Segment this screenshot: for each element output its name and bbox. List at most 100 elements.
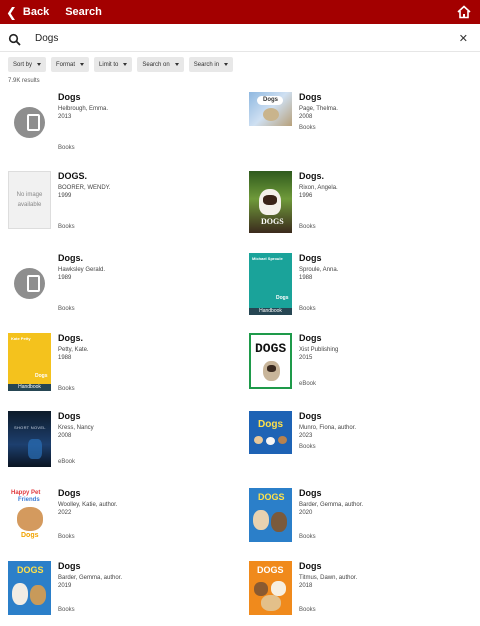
book-icon (27, 275, 40, 292)
result-format: Books (58, 145, 75, 151)
chevron-left-icon: ❮ (6, 4, 17, 20)
book-cover: Dogs (249, 411, 292, 454)
result-count: 7.9K results (8, 78, 40, 84)
book-cover: DOGS (249, 333, 292, 389)
book-cover: Happy Pet Friends Dogs (8, 488, 51, 542)
search-input[interactable]: Dogs (35, 33, 58, 44)
placeholder-cover (8, 253, 51, 315)
result-year: 2015 (299, 355, 313, 361)
result-title[interactable]: Dogs. (58, 333, 228, 344)
sort-by-dropdown[interactable]: Sort by (8, 57, 47, 72)
result-format: Books (58, 534, 75, 540)
result-item[interactable]: Dogs. Hawksley Gerald. 1989 Books (8, 253, 228, 318)
caret-down-icon (37, 63, 42, 66)
placeholder-cover (8, 92, 51, 154)
search-icon (8, 33, 21, 46)
home-icon[interactable] (456, 4, 472, 20)
result-author: BOORER, WENDY. (58, 185, 111, 191)
app-header: ❮ Back Search (0, 0, 480, 24)
format-dropdown[interactable]: Format (51, 57, 90, 72)
result-format: Books (58, 386, 75, 392)
result-title[interactable]: Dogs (58, 92, 228, 103)
result-year: 1988 (58, 355, 72, 361)
result-year: 1999 (58, 193, 72, 199)
result-author: Xist Publishing (299, 347, 339, 353)
result-title[interactable]: Dogs (299, 561, 469, 572)
search-on-dropdown[interactable]: Search on (137, 57, 184, 72)
book-cover: DOGS (8, 561, 51, 615)
result-year: 2019 (58, 583, 72, 589)
result-author: Barder, Gemma, author. (299, 502, 364, 508)
search-bar: Dogs ✕ (0, 28, 480, 52)
result-title[interactable]: Dogs (299, 92, 469, 103)
result-author: Barder, Gemma, author. (58, 575, 123, 581)
result-year: 1996 (299, 193, 313, 199)
result-author: Woolley, Katie, author. (58, 502, 118, 508)
result-item[interactable]: Dogs Helbrough, Emma. 2013 Books (8, 92, 228, 157)
result-author: Page, Thelma. (299, 106, 338, 112)
result-format: eBook (299, 381, 317, 387)
clear-search-icon[interactable]: ✕ (459, 32, 468, 45)
page-title: Search (65, 6, 102, 18)
result-year: 2023 (299, 433, 313, 439)
result-format: Books (299, 306, 316, 312)
result-format: Books (299, 125, 316, 131)
result-item[interactable]: DOGS Dogs Xist Publishing 2015 eBook (249, 333, 469, 398)
result-format: Books (299, 534, 316, 540)
result-year: 2008 (299, 114, 313, 120)
result-title[interactable]: Dogs (299, 411, 469, 422)
book-cover: Michael Sproule Dogs Handbook (249, 253, 292, 315)
result-title[interactable]: Dogs (58, 411, 228, 422)
result-format: eBook (58, 459, 76, 465)
book-cover: DOGS (249, 171, 292, 233)
result-item[interactable]: Michael Sproule Dogs Handbook Dogs Sprou… (249, 253, 469, 318)
result-title[interactable]: Dogs (299, 253, 469, 264)
result-item[interactable]: DOGS Dogs Barder, Gemma, author. 2020 Bo… (249, 488, 469, 553)
caret-down-icon (80, 63, 85, 66)
result-year: 1988 (299, 275, 313, 281)
result-item[interactable]: DOGS Dogs Titmus, Dawn, author. 2018 Boo… (249, 561, 469, 626)
result-item[interactable]: No image available DOGS. BOORER, WENDY. … (8, 171, 228, 236)
result-format: Books (299, 607, 316, 613)
result-item[interactable]: DOGS Dogs Barder, Gemma, author. 2019 Bo… (8, 561, 228, 626)
result-item[interactable]: Happy Pet Friends Dogs Dogs Woolley, Kat… (8, 488, 228, 553)
book-cover: Kate Petty Dogs Handbook (8, 333, 51, 391)
result-author: Rixon, Angela. (299, 185, 338, 191)
result-item[interactable]: Dogs Dogs Munro, Fiona, author. 2023 Boo… (249, 411, 469, 476)
caret-down-icon (174, 63, 179, 66)
no-image-cover: No image available (8, 171, 51, 233)
result-title[interactable]: DOGS. (58, 171, 228, 182)
result-author: Kress, Nancy (58, 425, 94, 431)
result-format: Books (58, 607, 75, 613)
result-year: 2020 (299, 510, 313, 516)
book-cover: Dogs (249, 92, 292, 126)
result-title[interactable]: Dogs (299, 333, 469, 344)
result-item[interactable]: Dogs Dogs Page, Thelma. 2008 Books (249, 92, 469, 157)
result-year: 1989 (58, 275, 72, 281)
result-title[interactable]: Dogs (58, 561, 228, 572)
result-item[interactable]: DOGS Dogs. Rixon, Angela. 1996 Books (249, 171, 469, 236)
result-author: Sproule, Anna. (299, 267, 339, 273)
caret-down-icon (123, 63, 128, 66)
result-title[interactable]: Dogs. (299, 171, 469, 182)
result-author: Munro, Fiona, author. (299, 425, 357, 431)
result-title[interactable]: Dogs (58, 488, 228, 499)
result-title[interactable]: Dogs (299, 488, 469, 499)
result-year: 2018 (299, 583, 313, 589)
result-year: 2013 (58, 114, 72, 120)
result-title[interactable]: Dogs. (58, 253, 228, 264)
limit-to-dropdown[interactable]: Limit to (94, 57, 133, 72)
result-author: Helbrough, Emma. (58, 106, 109, 112)
search-in-dropdown[interactable]: Search in (188, 57, 234, 72)
book-cover: DOGS (249, 488, 292, 542)
result-format: Books (58, 224, 75, 230)
result-author: Petty, Kate. (58, 347, 89, 353)
caret-down-icon (224, 63, 229, 66)
result-author: Titmus, Dawn, author. (299, 575, 358, 581)
back-button[interactable]: ❮ Back (6, 6, 49, 19)
result-item[interactable]: SHORT NOVEL Dogs Kress, Nancy 2008 eBook (8, 411, 228, 476)
result-item[interactable]: Kate Petty Dogs Handbook Dogs. Petty, Ka… (8, 333, 228, 398)
book-icon (27, 114, 40, 131)
result-format: Books (299, 444, 316, 450)
book-cover: DOGS (249, 561, 292, 615)
